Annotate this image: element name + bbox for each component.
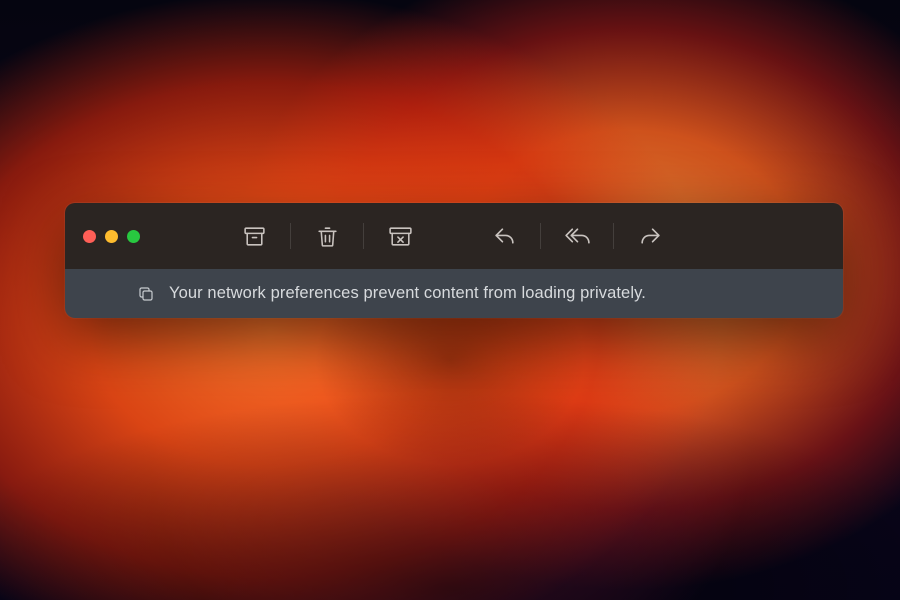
toolbar-divider (540, 223, 541, 249)
forward-button[interactable] (628, 214, 672, 258)
archive-icon (242, 224, 267, 249)
reply-icon (491, 224, 518, 249)
privacy-banner[interactable]: Your network preferences prevent content… (65, 269, 843, 318)
junk-icon (387, 224, 414, 249)
zoom-button[interactable] (127, 230, 140, 243)
delete-button[interactable] (305, 214, 349, 258)
reply-all-icon (563, 224, 592, 249)
toolbar (65, 203, 843, 269)
toolbar-divider (290, 223, 291, 249)
reply-button[interactable] (482, 214, 526, 258)
stacked-squares-icon (137, 285, 155, 303)
window-controls (83, 230, 140, 243)
minimize-button[interactable] (105, 230, 118, 243)
banner-message: Your network preferences prevent content… (169, 284, 646, 303)
mail-window: Your network preferences prevent content… (65, 203, 843, 318)
junk-button[interactable] (378, 214, 422, 258)
archive-button[interactable] (232, 214, 276, 258)
trash-icon (315, 224, 340, 249)
forward-icon (637, 224, 664, 249)
reply-all-button[interactable] (555, 214, 599, 258)
close-button[interactable] (83, 230, 96, 243)
toolbar-divider (363, 223, 364, 249)
toolbar-divider (613, 223, 614, 249)
